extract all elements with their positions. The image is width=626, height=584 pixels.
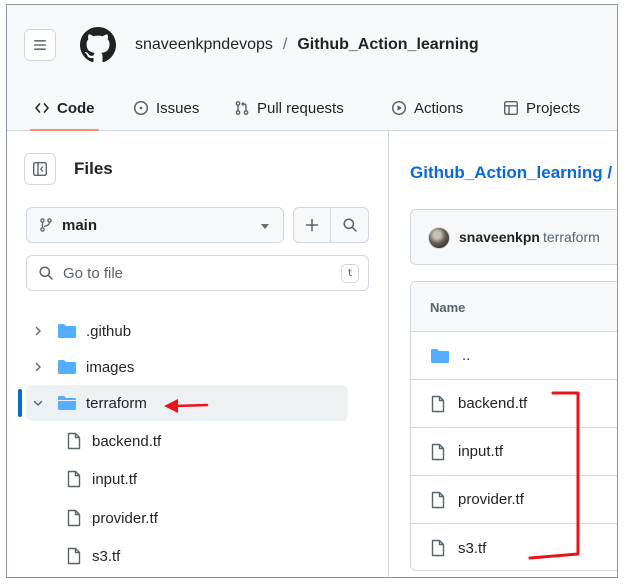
tree-item-label: input.tf (92, 470, 138, 488)
tab-label: Code (57, 99, 95, 117)
folder-icon (430, 348, 450, 364)
row-label: provider.tf (458, 491, 524, 508)
row-label: backend.tf (458, 395, 528, 412)
tab-actions[interactable]: Actions (391, 85, 463, 131)
tree-item-label: provider.tf (92, 509, 158, 527)
tree-item-label: .github (86, 322, 132, 340)
table-row-provider[interactable]: provider.tf (411, 476, 617, 524)
column-header-name: Name (430, 300, 466, 315)
selection-indicator (18, 389, 22, 417)
row-label: s3.tf (458, 539, 487, 557)
row-label: input.tf (458, 443, 504, 460)
git-branch-icon (40, 218, 52, 232)
repo-owner-link[interactable]: snaveenkpndevops (135, 36, 273, 53)
file-icon (430, 443, 446, 461)
folder-icon (57, 359, 77, 375)
tab-code[interactable]: Code (30, 85, 98, 131)
folder-icon (57, 323, 77, 339)
tab-label: Actions (414, 99, 464, 117)
file-icon (430, 491, 446, 509)
commit-author-link[interactable]: snaveenkpn (459, 229, 540, 245)
table-row-backend[interactable]: backend.tf (411, 380, 617, 428)
repo-breadcrumb: snaveenkpndevops / Github_Action_learning (135, 36, 479, 54)
folder-open-icon (57, 395, 77, 411)
tree-file-input[interactable]: input.tf (66, 461, 137, 497)
row-label: .. (462, 347, 471, 364)
tree-item-label: backend.tf (92, 432, 162, 450)
tree-file-s3[interactable]: s3.tf (66, 538, 120, 574)
search-icon (39, 266, 53, 280)
repo-tabs: Code Issues Pull requests Actions Projec… (7, 85, 617, 131)
table-header: Name (411, 282, 617, 332)
chevron-down-icon (29, 397, 47, 409)
menu-button[interactable] (24, 29, 56, 61)
git-pull-request-icon (235, 101, 249, 115)
file-table: Name .. backend.tf input.tf provider.tf … (410, 281, 617, 571)
hamburger-icon (34, 40, 46, 50)
repo-name-link[interactable]: Github_Action_learning (297, 36, 478, 53)
latest-commit-bar: snaveenkpn terraform (410, 209, 617, 265)
chevron-right-icon (29, 361, 47, 373)
collapse-sidebar-button[interactable] (24, 153, 56, 185)
file-icon (66, 547, 82, 565)
tab-issues[interactable]: Issues (133, 85, 199, 131)
file-icon (430, 539, 446, 557)
file-icon (66, 509, 82, 527)
play-icon (391, 100, 407, 116)
tab-label: Projects (526, 99, 581, 117)
go-to-file-input[interactable]: Go to file t (26, 255, 369, 291)
path-breadcrumb[interactable]: Github_Action_learning / (410, 163, 612, 183)
github-window: snaveenkpndevops / Github_Action_learning … (6, 4, 618, 578)
chevron-down-icon (261, 224, 269, 229)
repo-header: snaveenkpndevops / Github_Action_learning … (7, 5, 617, 131)
table-row-parent-dir[interactable]: .. (411, 332, 617, 380)
search-files-button[interactable] (331, 208, 368, 242)
branch-selector[interactable]: main (26, 207, 284, 243)
tree-file-provider[interactable]: provider.tf (66, 500, 158, 536)
plus-icon (305, 218, 319, 232)
path-separator: / (282, 36, 288, 53)
tab-pull-requests[interactable]: Pull requests (234, 85, 344, 131)
file-icon (430, 395, 446, 413)
keyboard-shortcut-badge: t (341, 264, 359, 283)
tab-label: Issues (156, 99, 200, 117)
code-icon (35, 103, 49, 113)
chevron-right-icon (29, 325, 47, 337)
file-listing-panel: Github_Action_learning / snaveenkpn terr… (390, 131, 617, 577)
tree-folder-github[interactable]: .github (26, 313, 348, 349)
search-icon (342, 218, 357, 232)
table-row-input[interactable]: input.tf (411, 428, 617, 476)
tab-projects[interactable]: Projects (503, 85, 580, 131)
file-icon (66, 432, 82, 450)
go-to-file-placeholder: Go to file (63, 264, 124, 282)
commit-message-link[interactable]: terraform (543, 229, 600, 245)
file-tree-sidebar: Files main Go to file t .github images t… (7, 131, 389, 577)
tree-file-backend[interactable]: backend.tf (66, 423, 161, 459)
file-icon (66, 470, 82, 488)
tab-label: Pull requests (257, 99, 344, 117)
tree-item-label: s3.tf (92, 547, 121, 565)
add-file-button[interactable] (294, 208, 332, 242)
issue-opened-icon (133, 100, 149, 116)
tree-folder-terraform[interactable]: terraform (26, 385, 348, 421)
table-icon (504, 101, 519, 116)
avatar[interactable] (428, 227, 450, 249)
table-row-s3[interactable]: s3.tf (411, 524, 617, 570)
github-logo-icon[interactable] (80, 27, 116, 63)
branch-name: main (62, 216, 98, 234)
tree-item-label: terraform (86, 394, 147, 412)
sidebar-title: Files (74, 159, 113, 178)
tree-item-label: images (86, 358, 135, 376)
sidebar-collapse-icon (33, 162, 48, 177)
tree-folder-images[interactable]: images (26, 349, 348, 385)
file-actions-group (293, 207, 369, 243)
